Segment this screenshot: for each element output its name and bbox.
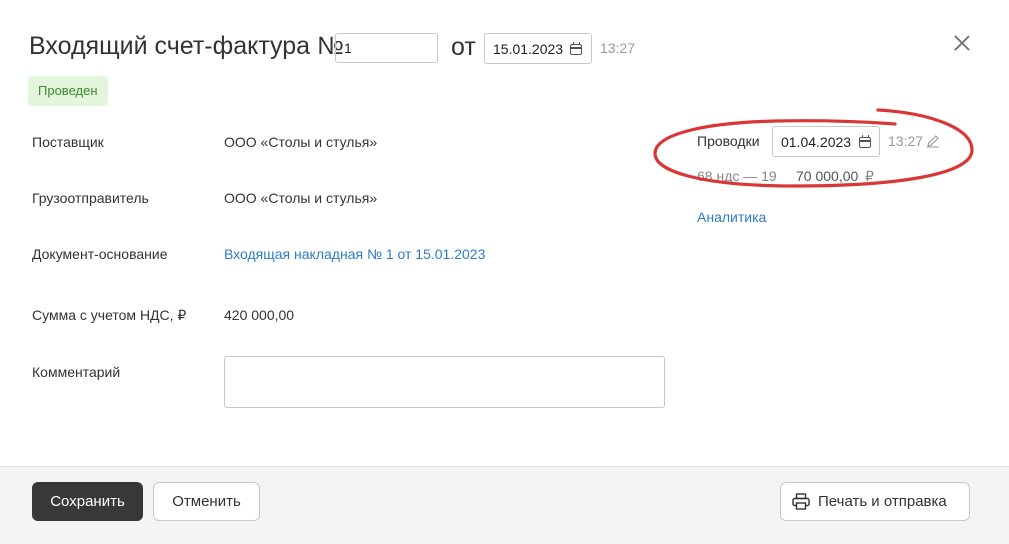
postings-time: 13:27 <box>888 133 924 149</box>
currency-sign: ₽ <box>865 168 874 184</box>
sum-value: 420 000,00 <box>224 307 295 323</box>
calendar-icon[interactable] <box>570 42 582 55</box>
posting-entry-account: 68.ндс — 19 <box>697 168 777 184</box>
calendar-icon[interactable] <box>859 135 871 148</box>
comment-textarea[interactable] <box>224 356 665 408</box>
analytics-link[interactable]: Аналитика <box>697 209 766 225</box>
page-title: Входящий счет-фактура № <box>29 32 344 60</box>
invoice-time: 13:27 <box>600 40 636 56</box>
save-button[interactable]: Сохранить <box>32 482 143 521</box>
from-label: от <box>451 33 476 61</box>
shipper-value: ООО «Столы и стулья» <box>224 190 378 206</box>
invoice-number-value: 1 <box>344 40 352 56</box>
status-badge: Проведен <box>28 76 108 106</box>
invoice-number-input[interactable]: 1 <box>335 33 438 63</box>
posting-entry-amount: 70 000,00 <box>796 168 859 184</box>
postings-date-value: 01.04.2023 <box>781 134 852 150</box>
basis-document-label: Документ-основание <box>32 246 168 262</box>
comment-label: Комментарий <box>32 364 121 380</box>
postings-date-input[interactable]: 01.04.2023 <box>772 126 880 157</box>
annotation-ellipse <box>653 108 974 188</box>
postings-label: Проводки <box>697 133 760 149</box>
invoice-date-input[interactable]: 15.01.2023 <box>484 33 592 64</box>
basis-document-link[interactable]: Входящая накладная № 1 от 15.01.2023 <box>224 246 485 262</box>
shipper-label: Грузоотправитель <box>32 190 149 206</box>
supplier-label: Поставщик <box>32 134 104 150</box>
sum-label: Сумма с учетом НДС, ₽ <box>32 307 187 323</box>
pencil-icon[interactable] <box>926 134 940 148</box>
cancel-button[interactable]: Отменить <box>153 482 260 521</box>
print-send-label: Печать и отправка <box>818 493 947 510</box>
invoice-date-value: 15.01.2023 <box>493 41 564 57</box>
supplier-value: ООО «Столы и стулья» <box>224 134 378 150</box>
printer-icon <box>792 493 810 510</box>
close-icon[interactable] <box>953 34 971 52</box>
